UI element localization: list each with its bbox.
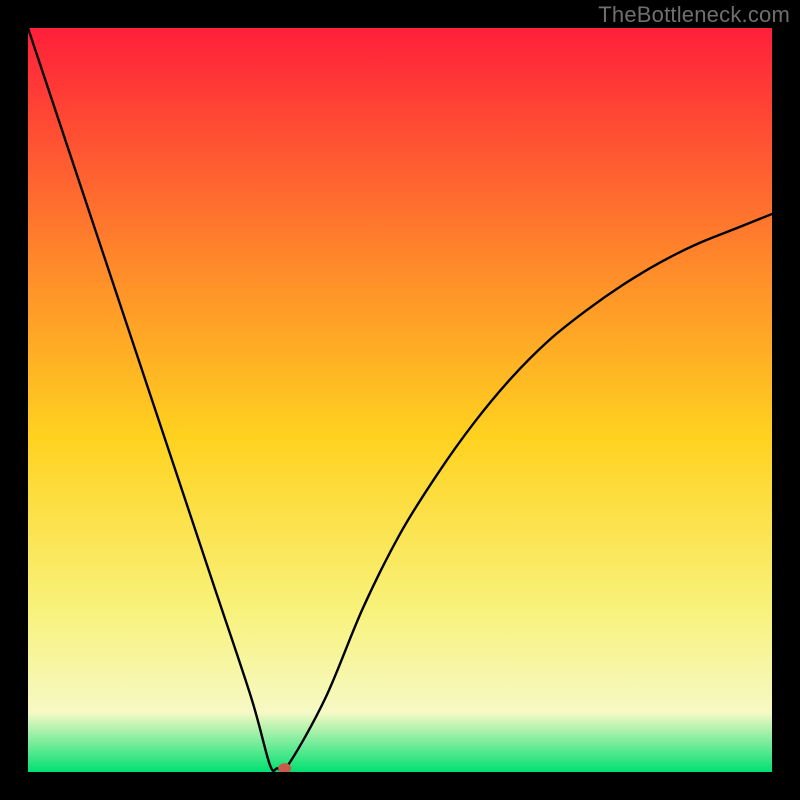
watermark-text: TheBottleneck.com bbox=[598, 2, 790, 28]
chart-svg bbox=[28, 28, 772, 772]
chart-frame: TheBottleneck.com bbox=[0, 0, 800, 800]
gradient-background bbox=[28, 28, 772, 772]
plot-area bbox=[28, 28, 772, 772]
